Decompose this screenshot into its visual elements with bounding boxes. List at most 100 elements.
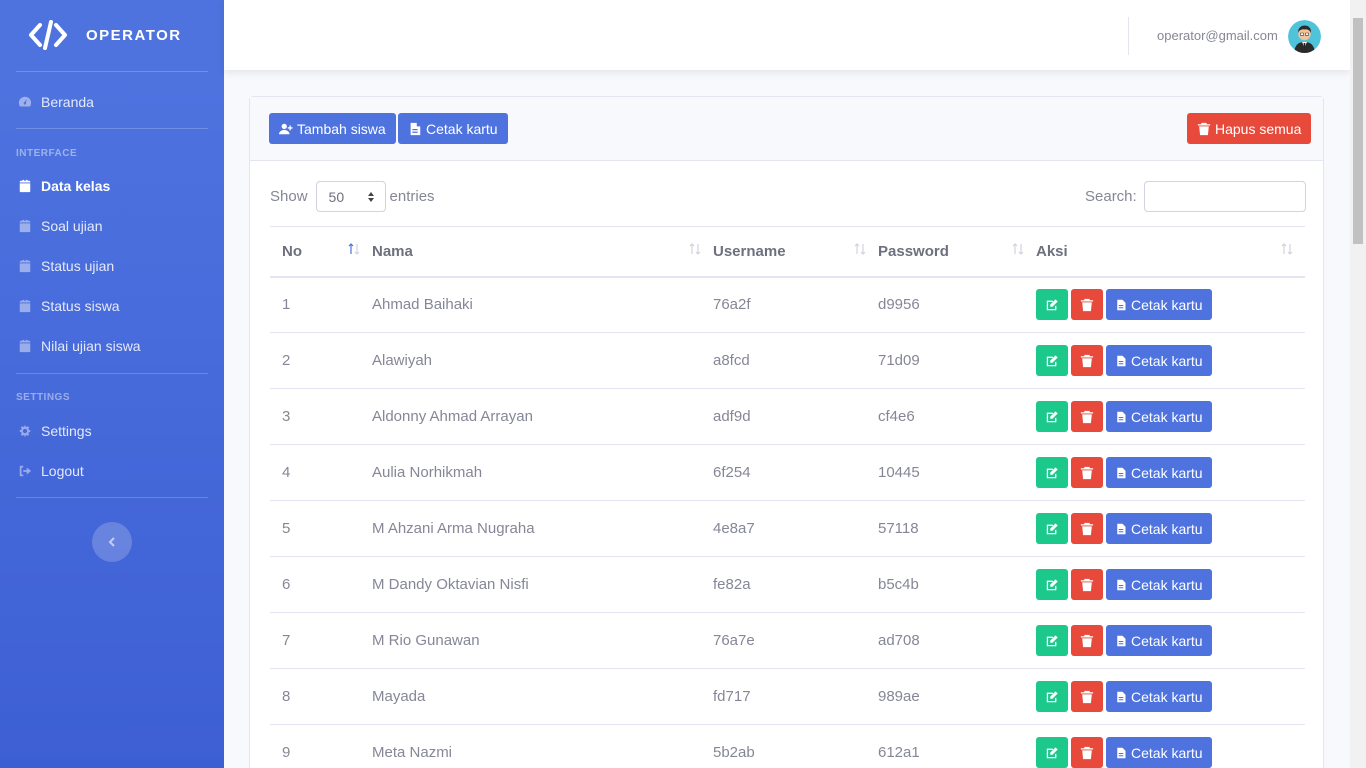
delete-all-button[interactable]: Hapus semua (1187, 113, 1312, 144)
print-card-button[interactable]: Cetak kartu (1106, 625, 1212, 656)
edit-button[interactable] (1036, 737, 1068, 768)
topbar: operator@gmail.com (224, 0, 1350, 70)
add-student-button[interactable]: Tambah siswa (269, 113, 396, 144)
edit-button[interactable] (1036, 569, 1068, 600)
trash-icon (1080, 578, 1094, 591)
cell-aksi: Cetak kartu (1036, 388, 1305, 445)
delete-button[interactable] (1071, 625, 1103, 656)
delete-button[interactable] (1071, 737, 1103, 768)
table-row: 8 Mayada fd717 989ae Cetak kartu (270, 668, 1305, 725)
print-cards-button[interactable]: Cetak kartu (398, 113, 508, 144)
delete-button[interactable] (1071, 345, 1103, 376)
row-actions: Cetak kartu (1036, 569, 1305, 600)
print-card-button[interactable]: Cetak kartu (1106, 345, 1212, 376)
sidebar-item-nilai-ujian-siswa[interactable]: Nilai ujian siswa (0, 326, 224, 366)
file-pdf-icon (410, 122, 421, 135)
page-scrollbar[interactable] (1350, 0, 1366, 768)
delete-button[interactable] (1071, 569, 1103, 600)
trash-icon (1080, 410, 1094, 423)
sidebar-item-logout[interactable]: Logout (0, 451, 224, 491)
edit-button[interactable] (1036, 289, 1068, 321)
avatar[interactable] (1288, 20, 1321, 53)
delete-button[interactable] (1071, 513, 1103, 544)
cell-nama: Ahmad Baihaki (372, 276, 713, 333)
delete-button[interactable] (1071, 401, 1103, 432)
edit-button[interactable] (1036, 513, 1068, 544)
calendar-icon (18, 339, 32, 353)
cell-no: 3 (270, 388, 372, 445)
edit-button[interactable] (1036, 625, 1068, 656)
row-actions: Cetak kartu (1036, 457, 1305, 488)
cell-aksi: Cetak kartu (1036, 556, 1305, 613)
print-card-button[interactable]: Cetak kartu (1106, 737, 1212, 768)
edit-button[interactable] (1036, 681, 1068, 712)
edit-button[interactable] (1036, 345, 1068, 376)
sidebar-toggle-button[interactable] (92, 522, 132, 562)
file-pdf-icon (1117, 299, 1126, 310)
code-icon (29, 20, 67, 50)
sidebar-divider (16, 373, 208, 374)
calendar-icon (18, 259, 32, 273)
delete-button[interactable] (1071, 681, 1103, 712)
brand[interactable]: OPERATOR (0, 0, 224, 70)
print-card-button[interactable]: Cetak kartu (1106, 401, 1212, 432)
sidebar-item-label: Beranda (41, 94, 94, 110)
sidebar-item-soal-ujian[interactable]: Soal ujian (0, 206, 224, 246)
sidebar-item-beranda[interactable]: Beranda (0, 82, 224, 122)
cell-nama: M Ahzani Arma Nugraha (372, 500, 713, 557)
sidebar-item-settings[interactable]: Settings (0, 411, 224, 451)
column-header-password[interactable]: Password (878, 226, 1036, 278)
table-row: 6 M Dandy Oktavian Nisfi fe82a b5c4b Cet… (270, 556, 1305, 613)
delete-button[interactable] (1071, 457, 1103, 488)
cell-no: 9 (270, 724, 372, 768)
print-card-label: Cetak kartu (1131, 576, 1203, 593)
sidebar-item-status-ujian[interactable]: Status ujian (0, 246, 224, 286)
print-card-button[interactable]: Cetak kartu (1106, 513, 1212, 544)
column-header-username[interactable]: Username (713, 226, 878, 278)
file-pdf-icon (1117, 411, 1126, 422)
trash-icon (1080, 746, 1094, 759)
column-header-no[interactable]: No (270, 226, 372, 278)
sidebar-item-status-siswa[interactable]: Status siswa (0, 286, 224, 326)
user-email[interactable]: operator@gmail.com (1157, 28, 1278, 43)
scrollbar-thumb[interactable] (1353, 18, 1363, 244)
row-actions: Cetak kartu (1036, 681, 1305, 712)
trash-icon (1080, 522, 1094, 535)
data-card: Tambah siswa Cetak kartu Hapus semua Sho… (249, 96, 1324, 768)
column-header-aksi[interactable]: Aksi (1036, 226, 1305, 278)
sort-icon (689, 243, 701, 255)
sidebar-divider (16, 497, 208, 498)
cell-no: 5 (270, 500, 372, 557)
calendar-icon (18, 299, 32, 313)
cell-password: 989ae (878, 668, 1036, 725)
sidebar-item-data-kelas[interactable]: Data kelas (0, 166, 224, 206)
column-header-nama[interactable]: Nama (372, 226, 713, 278)
sidebar-item-label: Status siswa (41, 298, 120, 314)
sidebar-item-label: Data kelas (41, 178, 111, 194)
delete-button[interactable] (1071, 289, 1103, 321)
sidebar-item-label: Settings (41, 423, 92, 439)
row-actions: Cetak kartu (1036, 401, 1305, 432)
edit-icon (1046, 578, 1058, 590)
edit-button[interactable] (1036, 401, 1068, 432)
entries-select[interactable]: 50 (315, 181, 386, 212)
file-pdf-icon (1117, 355, 1126, 366)
search-input[interactable] (1143, 181, 1306, 212)
print-card-button[interactable]: Cetak kartu (1106, 289, 1212, 321)
trash-icon (1080, 354, 1094, 367)
print-card-button[interactable]: Cetak kartu (1106, 457, 1212, 488)
cell-password: cf4e6 (878, 388, 1036, 445)
gear-icon (18, 424, 32, 438)
sidebar-item-label: Soal ujian (41, 218, 103, 234)
print-card-label: Cetak kartu (1131, 688, 1203, 705)
print-card-label: Cetak kartu (1131, 744, 1203, 761)
print-card-button[interactable]: Cetak kartu (1106, 569, 1212, 600)
print-card-button[interactable]: Cetak kartu (1106, 681, 1212, 712)
cell-no: 6 (270, 556, 372, 613)
edit-button[interactable] (1036, 457, 1068, 488)
sidebar-item-label: Nilai ujian siswa (41, 338, 141, 354)
trash-icon (1080, 466, 1094, 479)
cell-password: ad708 (878, 612, 1036, 669)
cell-username: 6f254 (713, 444, 878, 501)
cell-aksi: Cetak kartu (1036, 668, 1305, 725)
